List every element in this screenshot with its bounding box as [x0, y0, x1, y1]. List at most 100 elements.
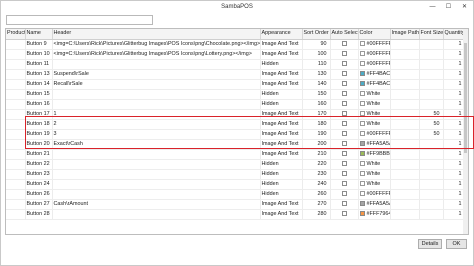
- scroll-thumb[interactable]: [464, 43, 467, 153]
- cell-font-size[interactable]: [419, 149, 444, 160]
- cell-header[interactable]: Recall\rSale: [52, 79, 261, 90]
- cell-quantity[interactable]: 1: [443, 199, 466, 210]
- auto-select-checkbox[interactable]: [341, 120, 347, 126]
- cell-font-size[interactable]: [419, 169, 444, 180]
- cell-appearance[interactable]: Hidden: [260, 169, 303, 180]
- column-header-appearance[interactable]: Appearance: [260, 29, 303, 40]
- vertical-scrollbar[interactable]: [463, 29, 468, 234]
- cell-name[interactable]: Button 20: [25, 139, 53, 150]
- cell-quantity[interactable]: 1: [443, 99, 466, 110]
- cell-color[interactable]: #FF4BACC6: [358, 69, 391, 80]
- table-row[interactable]: Button 18 2 Image And Text 180 White 50 1: [6, 119, 466, 130]
- auto-select-checkbox[interactable]: [341, 110, 347, 116]
- cell-name[interactable]: Button 26: [25, 189, 53, 200]
- cell-appearance[interactable]: Image And Text: [260, 49, 303, 60]
- auto-select-checkbox[interactable]: [341, 100, 347, 106]
- cell-product[interactable]: [6, 69, 26, 80]
- cell-color[interactable]: #00FFFFFF: [358, 129, 391, 140]
- table-row[interactable]: Button 26 Hidden260 #00FFFFFF 1: [6, 189, 466, 200]
- cell-color[interactable]: #00FFFFFF: [358, 59, 391, 70]
- auto-select-checkbox[interactable]: [341, 150, 347, 156]
- cell-auto-select[interactable]: [330, 199, 359, 210]
- cell-font-size[interactable]: [419, 79, 444, 90]
- cell-sort-order[interactable]: 240: [302, 179, 331, 190]
- cell-sort-order[interactable]: 160: [302, 99, 331, 110]
- cell-font-size[interactable]: [419, 49, 444, 60]
- cell-auto-select[interactable]: [330, 39, 359, 50]
- cell-color[interactable]: #FFA5A5A5: [358, 139, 391, 150]
- cell-product[interactable]: [6, 99, 26, 110]
- table-row[interactable]: Button 14 Recall\rSale Image And Text 140 #F…: [6, 79, 466, 90]
- cell-name[interactable]: Button 11: [25, 59, 53, 70]
- cell-name[interactable]: Button 16: [25, 99, 53, 110]
- auto-select-checkbox[interactable]: [341, 70, 347, 76]
- cell-appearance[interactable]: Image And Text: [260, 129, 303, 140]
- cell-color[interactable]: #00FFFFFF: [358, 189, 391, 200]
- cell-auto-select[interactable]: [330, 49, 359, 60]
- cell-auto-select[interactable]: [330, 129, 359, 140]
- cell-image-path[interactable]: [390, 149, 420, 160]
- cell-color[interactable]: White: [358, 159, 391, 170]
- cell-product[interactable]: [6, 189, 26, 200]
- auto-select-checkbox[interactable]: [341, 40, 347, 46]
- cell-sort-order[interactable]: 150: [302, 89, 331, 100]
- cell-color[interactable]: White: [358, 99, 391, 110]
- cell-quantity[interactable]: 1: [443, 159, 466, 170]
- cell-auto-select[interactable]: [330, 209, 359, 220]
- cell-color[interactable]: #FFA5A5A5: [358, 199, 391, 210]
- cell-product[interactable]: [6, 39, 26, 50]
- cell-auto-select[interactable]: [330, 79, 359, 90]
- cell-name[interactable]: Button 14: [25, 79, 53, 90]
- cell-appearance[interactable]: Hidden: [260, 89, 303, 100]
- cell-appearance[interactable]: Image And Text: [260, 69, 303, 80]
- cell-appearance[interactable]: Image And Text: [260, 39, 303, 50]
- auto-select-checkbox[interactable]: [341, 50, 347, 56]
- auto-select-checkbox[interactable]: [341, 80, 347, 86]
- cell-quantity[interactable]: 1: [443, 149, 466, 160]
- cell-image-path[interactable]: [390, 99, 420, 110]
- column-header-header[interactable]: Header: [52, 29, 261, 40]
- cell-image-path[interactable]: [390, 189, 420, 200]
- cell-image-path[interactable]: [390, 89, 420, 100]
- column-header-name[interactable]: Name: [25, 29, 53, 40]
- cell-header[interactable]: [52, 99, 261, 110]
- cell-product[interactable]: [6, 209, 26, 220]
- cell-auto-select[interactable]: [330, 159, 359, 170]
- table-row[interactable]: Button 28 Image And Text280 #FFF79646 1: [6, 209, 466, 220]
- cell-product[interactable]: [6, 119, 26, 130]
- cell-sort-order[interactable]: 220: [302, 159, 331, 170]
- table-row[interactable]: Button 27 Cash\rAmount Image And Text 270 #F…: [6, 199, 466, 210]
- cell-color[interactable]: White: [358, 119, 391, 130]
- cell-header[interactable]: 3: [52, 129, 261, 140]
- cell-quantity[interactable]: 1: [443, 49, 466, 60]
- cell-quantity[interactable]: 1: [443, 169, 466, 180]
- cell-image-path[interactable]: [390, 199, 420, 210]
- cell-color[interactable]: White: [358, 109, 391, 120]
- cell-name[interactable]: Button 18: [25, 119, 53, 130]
- column-header-image-path[interactable]: Image Path: [390, 29, 420, 40]
- cell-quantity[interactable]: 1: [443, 89, 466, 100]
- cell-sort-order[interactable]: 280: [302, 209, 331, 220]
- cell-name[interactable]: Button 21: [25, 149, 53, 160]
- cell-appearance[interactable]: Hidden: [260, 99, 303, 110]
- cell-name[interactable]: Button 22: [25, 159, 53, 170]
- cell-image-path[interactable]: [390, 39, 420, 50]
- cell-name[interactable]: Button 13: [25, 69, 53, 80]
- cell-image-path[interactable]: [390, 59, 420, 70]
- cell-sort-order[interactable]: 90: [302, 39, 331, 50]
- cell-sort-order[interactable]: 230: [302, 169, 331, 180]
- cell-auto-select[interactable]: [330, 149, 359, 160]
- column-header-sort-order[interactable]: Sort Order: [302, 29, 331, 40]
- cell-image-path[interactable]: [390, 69, 420, 80]
- auto-select-checkbox[interactable]: [341, 90, 347, 96]
- cell-name[interactable]: Button 17: [25, 109, 53, 120]
- table-row[interactable]: Button 20 Exact\rCash Image And Text 200 #FF…: [6, 139, 466, 150]
- cell-header[interactable]: <img=C:\Users\Rick\Pictures\Glitterbug I…: [52, 39, 261, 50]
- cell-quantity[interactable]: 1: [443, 209, 466, 220]
- cell-image-path[interactable]: [390, 129, 420, 140]
- table-row[interactable]: Button 9 <img=C:\Users\Rick\Pictures\Glit…: [6, 39, 466, 50]
- cell-auto-select[interactable]: [330, 69, 359, 80]
- cell-appearance[interactable]: Hidden: [260, 159, 303, 170]
- cell-font-size[interactable]: [419, 59, 444, 70]
- auto-select-checkbox[interactable]: [341, 180, 347, 186]
